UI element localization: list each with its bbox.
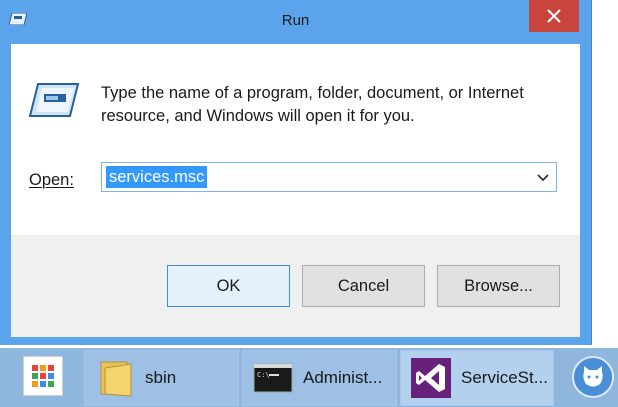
taskbar-item-servicestack[interactable]: ServiceSt... — [400, 350, 554, 406]
svg-text:C:\: C:\ — [257, 371, 270, 379]
open-label-text: Open: — [29, 171, 74, 189]
visual-studio-icon — [411, 358, 451, 398]
taskbar-item-label: Administ... — [303, 368, 383, 387]
apps-grid-icon — [32, 365, 54, 387]
window-title: Run — [281, 12, 310, 29]
taskbar: sbin C:\ Administ... ServiceSt... — [0, 348, 618, 407]
taskbar-item-label: sbin — [145, 368, 177, 387]
title-bar[interactable]: Run — [0, 0, 591, 44]
folder-icon — [100, 361, 132, 397]
open-label: Open: — [29, 171, 74, 190]
taskbar-item-sbin[interactable]: sbin — [84, 350, 239, 406]
close-button[interactable] — [529, 0, 579, 32]
close-icon — [547, 9, 561, 23]
taskbar-item-administrator[interactable]: C:\ Administ... — [242, 350, 397, 406]
run-dialog: Run Type the name of a program, folder, … — [0, 0, 592, 345]
instructions-text: Type the name of a program, folder, docu… — [101, 84, 524, 125]
content-area: Type the name of a program, folder, docu… — [11, 44, 580, 235]
cat-avatar-icon — [583, 366, 603, 387]
browse-button[interactable]: Browse... — [437, 265, 560, 307]
taskbar-avatar-button[interactable] — [572, 356, 614, 398]
command-prompt-icon: C:\ — [253, 363, 293, 393]
taskbar-apps-button[interactable] — [23, 356, 63, 396]
open-combobox[interactable]: services.msc — [101, 162, 557, 192]
ok-button[interactable]: OK — [167, 265, 290, 307]
open-input-value[interactable]: services.msc — [106, 166, 208, 188]
dialog-body: Type the name of a program, folder, docu… — [11, 44, 580, 337]
cancel-button[interactable]: Cancel — [302, 265, 425, 307]
run-program-icon — [28, 82, 80, 122]
chevron-down-icon[interactable] — [536, 171, 550, 183]
taskbar-item-label: ServiceSt... — [461, 368, 548, 387]
